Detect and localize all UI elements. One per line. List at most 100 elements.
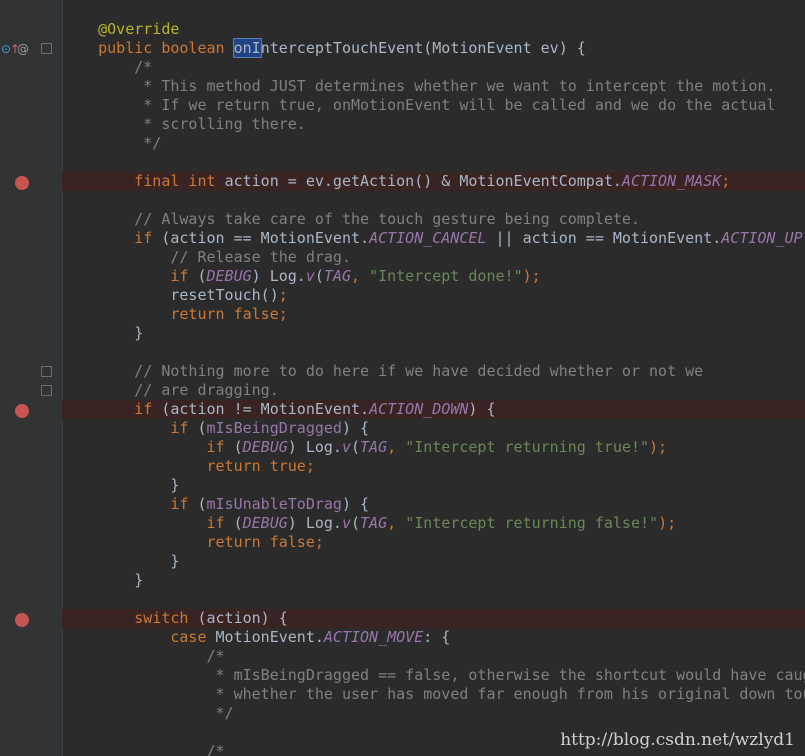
- code-line[interactable]: return false;: [62, 305, 805, 324]
- code-token: DEBUG: [242, 438, 288, 456]
- code-token: /*: [206, 742, 225, 756]
- breakpoint-icon[interactable]: [15, 404, 29, 418]
- code-token: DEBUG: [242, 514, 288, 532]
- code-line[interactable]: // Nothing more to do here if we have de…: [62, 362, 805, 381]
- code-line[interactable]: * mIsBeingDragged == false, otherwise th…: [62, 666, 805, 685]
- code-line[interactable]: switch (action) {: [62, 609, 805, 628]
- code-line[interactable]: * If we return true, onMotionEvent will …: [62, 96, 805, 115]
- code-line[interactable]: resetTouch();: [62, 286, 805, 305]
- code-token: (: [197, 419, 207, 437]
- code-line[interactable]: [62, 191, 805, 210]
- code-line[interactable]: if (mIsBeingDragged) {: [62, 419, 805, 438]
- code-line[interactable]: if (DEBUG) Log.v(TAG, "Intercept returni…: [62, 514, 805, 533]
- code-line[interactable]: if (action == MotionEvent.ACTION_CANCEL …: [62, 229, 805, 248]
- code-token: : {: [423, 628, 451, 646]
- code-line[interactable]: /*: [62, 647, 805, 666]
- code-token: if: [170, 495, 198, 513]
- code-token: ,: [387, 514, 406, 532]
- code-token: ) {: [468, 400, 496, 418]
- code-line[interactable]: if (action != MotionEvent.ACTION_DOWN) {: [62, 400, 805, 419]
- breakpoint-icon[interactable]: [15, 176, 29, 190]
- code-line[interactable]: if (DEBUG) Log.v(TAG, "Intercept returni…: [62, 438, 805, 457]
- code-line[interactable]: */: [62, 704, 805, 723]
- code-token: @Override: [98, 20, 180, 38]
- code-token: v: [305, 267, 315, 285]
- code-token: if: [134, 400, 162, 418]
- code-token: }: [62, 324, 144, 342]
- code-token: }: [62, 552, 180, 570]
- code-token: (action != MotionEvent.: [161, 400, 370, 418]
- code-line[interactable]: return false;: [62, 533, 805, 552]
- code-token: ,: [387, 438, 406, 456]
- editor-gutter[interactable]: ⊙ ↑ @: [0, 0, 63, 756]
- code-line[interactable]: [62, 343, 805, 362]
- fold-toggle-icon[interactable]: [41, 385, 52, 396]
- code-area[interactable]: @Override public boolean onInterceptTouc…: [62, 0, 805, 756]
- code-line[interactable]: public boolean onInterceptTouchEvent(Mot…: [62, 38, 805, 58]
- code-token: ;: [721, 172, 731, 190]
- code-line[interactable]: if (mIsUnableToDrag) {: [62, 495, 805, 514]
- code-line[interactable]: * scrolling there.: [62, 115, 805, 134]
- code-token: mIsUnableToDrag: [206, 495, 342, 513]
- code-token: // Always take care of the touch gesture…: [134, 210, 640, 228]
- code-line[interactable]: // Release the drag.: [62, 248, 805, 267]
- code-token: );: [658, 514, 677, 532]
- code-line[interactable]: [62, 590, 805, 609]
- code-token: (action == MotionEvent.: [161, 229, 370, 247]
- code-line[interactable]: return true;: [62, 457, 805, 476]
- code-line[interactable]: /*: [62, 58, 805, 77]
- code-line[interactable]: }: [62, 571, 805, 590]
- code-token: switch: [134, 609, 198, 627]
- code-token: return false;: [170, 305, 288, 323]
- code-token: if: [134, 229, 162, 247]
- code-token: return false;: [206, 533, 324, 551]
- code-line[interactable]: @Override: [62, 20, 805, 39]
- fold-toggle-icon[interactable]: [41, 43, 52, 54]
- code-line[interactable]: }: [62, 324, 805, 343]
- code-line[interactable]: final int action = ev.getAction() & Moti…: [62, 172, 805, 191]
- code-token: * This method JUST determines whether we…: [143, 77, 776, 95]
- code-token: mIsBeingDragged: [206, 419, 342, 437]
- fold-toggle-icon[interactable]: [41, 366, 52, 377]
- code-line[interactable]: }: [62, 476, 805, 495]
- code-token: (: [351, 514, 361, 532]
- code-line[interactable]: * This method JUST determines whether we…: [62, 77, 805, 96]
- code-line[interactable]: // Always take care of the touch gesture…: [62, 210, 805, 229]
- code-editor[interactable]: ⊙ ↑ @ @Override public boolean onInterce…: [0, 0, 805, 756]
- code-line[interactable]: // are dragging.: [62, 381, 805, 400]
- code-line[interactable]: if (DEBUG) Log.v(TAG, "Intercept done!")…: [62, 267, 805, 286]
- breakpoint-icon[interactable]: [15, 613, 29, 627]
- code-token: */: [215, 704, 234, 722]
- code-token: v: [341, 514, 351, 532]
- code-token: DEBUG: [206, 267, 252, 285]
- code-token: TAG: [360, 438, 388, 456]
- code-token: ACTION_DOWN: [369, 400, 469, 418]
- code-line[interactable]: }: [62, 552, 805, 571]
- code-token: action = ev.getAction() & MotionEventCom…: [224, 172, 622, 190]
- code-token: ) {: [341, 419, 370, 437]
- code-line[interactable]: * whether the user has moved far enough …: [62, 685, 805, 704]
- code-token: onI: [232, 38, 262, 58]
- code-token: * whether the user has moved far enough …: [215, 685, 805, 703]
- code-token: ) Log.: [251, 267, 306, 285]
- code-line[interactable]: case MotionEvent.ACTION_MOVE: {: [62, 628, 805, 647]
- code-line[interactable]: [62, 153, 805, 172]
- code-token: (: [233, 514, 243, 532]
- code-token: if: [170, 419, 198, 437]
- code-line[interactable]: */: [62, 134, 805, 153]
- code-token: }: [62, 476, 180, 494]
